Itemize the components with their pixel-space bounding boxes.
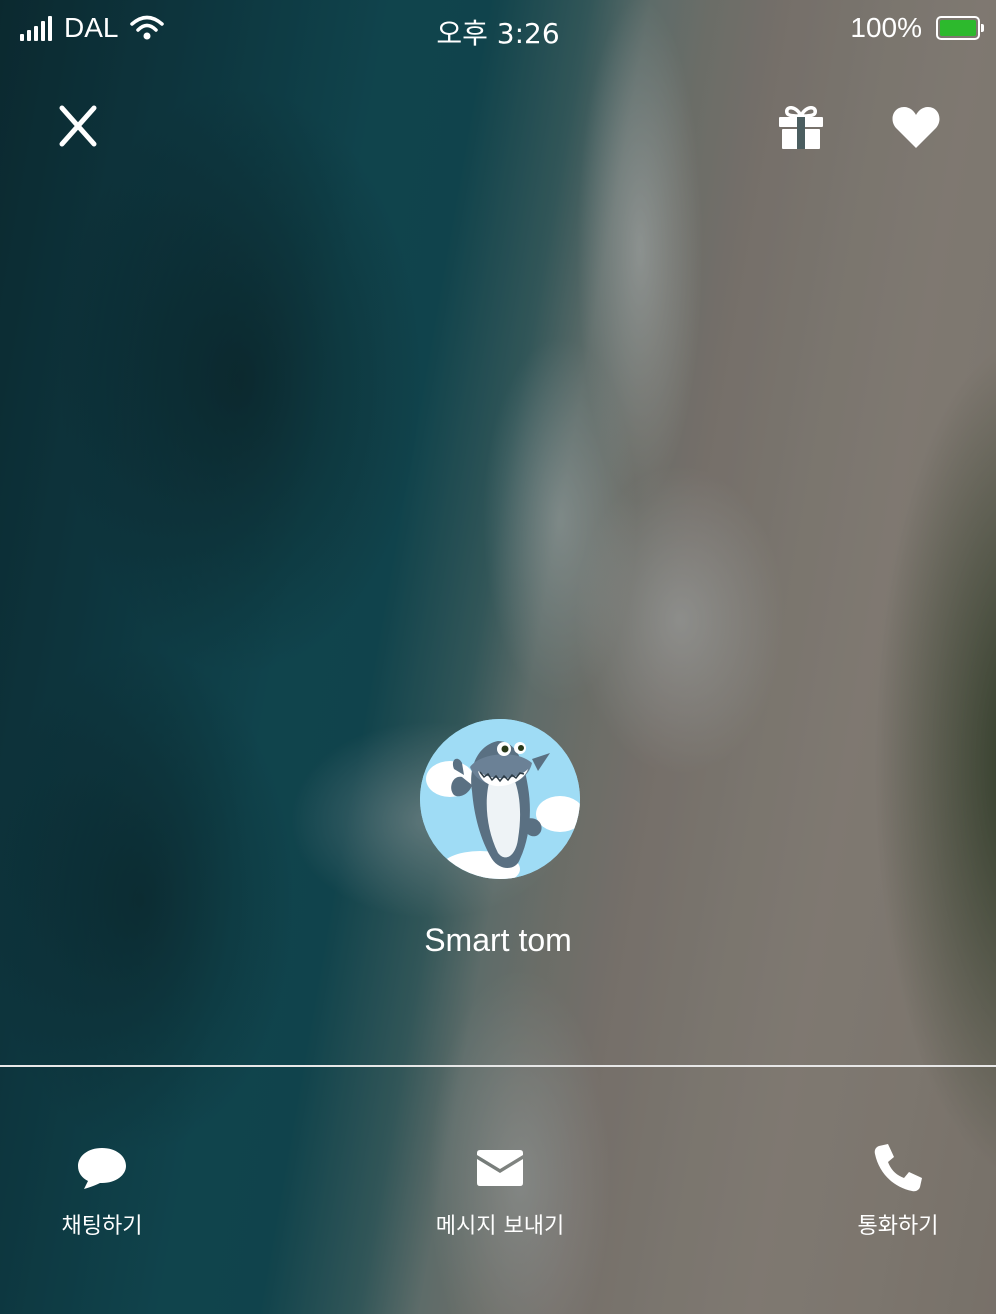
phone-icon: [808, 1140, 988, 1196]
like-button[interactable]: [888, 100, 944, 154]
close-icon: [59, 105, 97, 147]
gift-button[interactable]: [774, 100, 828, 154]
chat-button[interactable]: 채팅하기: [12, 1140, 192, 1240]
send-message-button-label: 메시지 보내기: [435, 1214, 565, 1239]
battery-fill: [940, 20, 976, 36]
call-button[interactable]: 통화하기: [808, 1140, 988, 1240]
status-time: 오후 3:26: [436, 17, 560, 50]
close-button[interactable]: [54, 100, 102, 152]
battery-icon: [936, 16, 984, 40]
beach-background-image: [0, 0, 996, 1314]
divider: [0, 1065, 996, 1067]
shark-avatar-image: [420, 719, 580, 879]
chat-button-label: 채팅하기: [61, 1214, 143, 1239]
profile-name: Smart tom: [424, 922, 572, 958]
status-bar: DAL 오후 3:26 100%: [0, 0, 996, 62]
call-button-label: 통화하기: [857, 1214, 939, 1239]
profile-avatar[interactable]: [420, 719, 580, 879]
send-message-button[interactable]: 메시지 보내기: [410, 1140, 590, 1240]
chat-bubble-icon: [12, 1140, 192, 1196]
heart-icon: [892, 107, 940, 148]
status-right: 100%: [850, 12, 984, 44]
battery-percent: 100%: [850, 12, 922, 43]
gift-icon: [779, 106, 823, 149]
envelope-icon: [410, 1140, 590, 1196]
